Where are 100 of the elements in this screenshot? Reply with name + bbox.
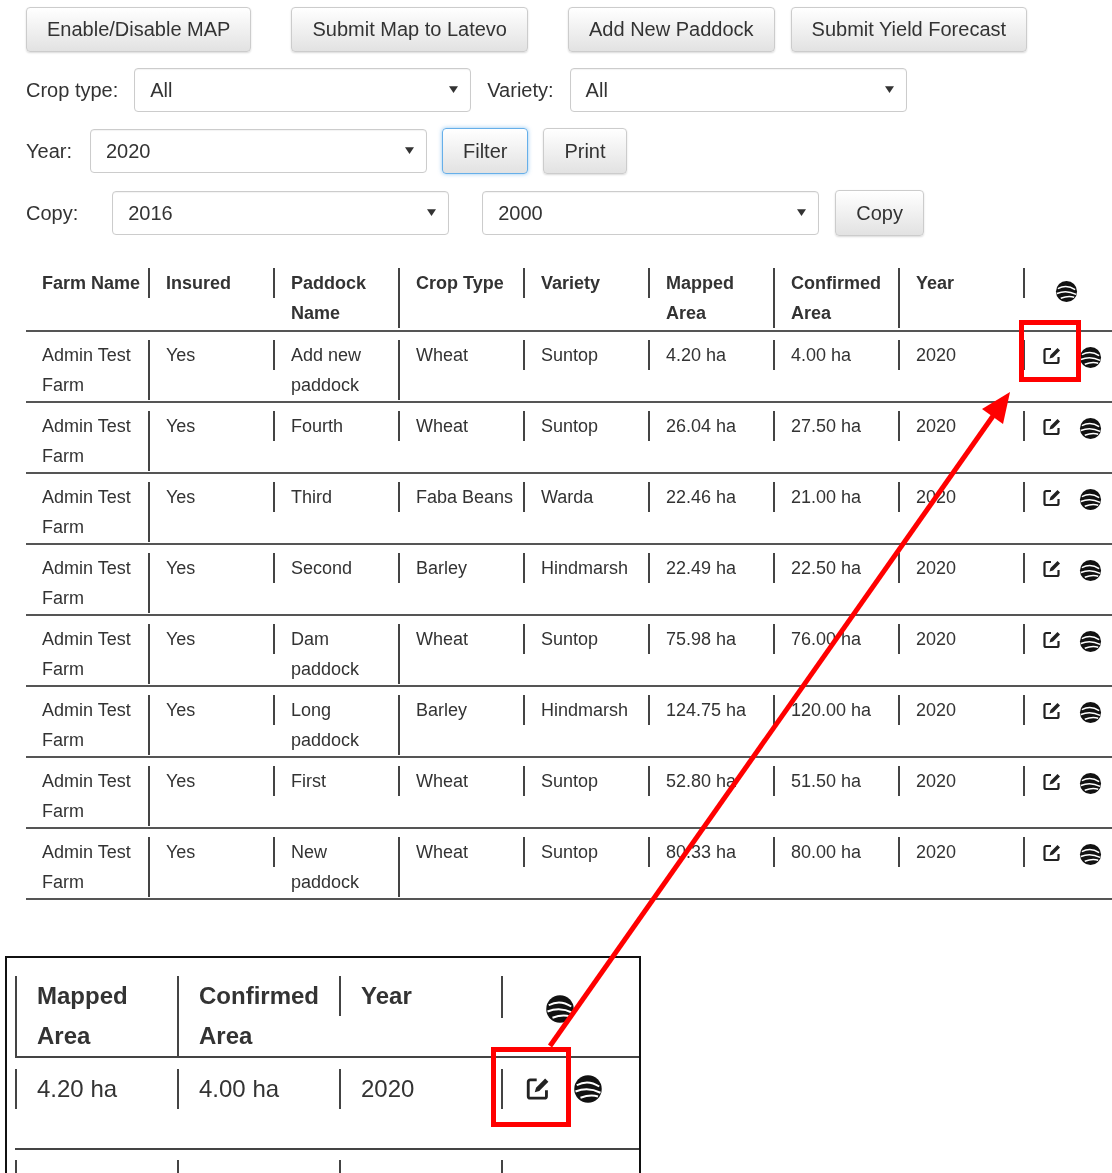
column-header: Farm Name (26, 268, 150, 298)
print-button[interactable]: Print (543, 128, 627, 174)
year-select[interactable]: 2020 (89, 129, 427, 173)
table-cell: Barley (400, 553, 525, 583)
crop-type-select[interactable]: All (134, 68, 472, 112)
table-cell: Admin Test Farm (26, 837, 150, 897)
table-cell: Suntop (525, 837, 650, 867)
table-cell: Dam paddock (275, 624, 400, 684)
edit-icon[interactable] (1042, 488, 1062, 508)
table-cell: Yes (150, 553, 275, 583)
table-cell: Wheat (400, 411, 525, 441)
table-cell: Suntop (525, 340, 650, 370)
crop-type-label: Crop type: (26, 78, 119, 102)
table-cell: Yes (150, 411, 275, 441)
table-cell: Add new paddock (275, 340, 400, 400)
table-cell: 22.46 ha (650, 482, 775, 512)
table-cell: Admin Test Farm (26, 766, 150, 826)
column-header: Mapped Area (650, 268, 775, 328)
column-header: Confirmed Area (775, 268, 900, 328)
toolbar-button[interactable]: Submit Map to Latevo (291, 7, 528, 52)
globe-icon[interactable] (1079, 630, 1102, 653)
table-cell: Admin Test Farm (26, 624, 150, 684)
table-cell: Admin Test Farm (26, 340, 150, 400)
table-cell: New paddock (275, 837, 400, 897)
column-header: Variety (525, 268, 650, 298)
table-cell: Admin Test Farm (26, 553, 150, 613)
table-cell: 2020 (900, 340, 1025, 370)
globe-icon[interactable] (1079, 843, 1102, 866)
table-cell: Long paddock (275, 695, 400, 755)
edit-icon[interactable] (1042, 701, 1062, 721)
table-cell: 75.98 ha (650, 624, 775, 654)
table-cell: Wheat (400, 340, 525, 370)
table-cell: Faba Beans (400, 482, 525, 512)
edit-icon (525, 1076, 551, 1102)
table-cell: Second (275, 553, 400, 583)
globe-icon (1055, 280, 1078, 303)
table-cell: 2020 (900, 624, 1025, 654)
copy-button[interactable]: Copy (835, 190, 924, 236)
edit-icon[interactable] (1042, 772, 1062, 792)
globe-icon[interactable] (1079, 701, 1102, 724)
table-cell: 51.50 ha (775, 766, 900, 796)
caret-icon (884, 86, 894, 93)
table-cell: Hindmarsh (525, 553, 650, 583)
table-cell: First (275, 766, 400, 796)
edit-icon[interactable] (1042, 417, 1062, 437)
variety-select[interactable]: All (569, 68, 907, 112)
column-header: Insured (150, 268, 275, 298)
table-cell: Yes (150, 837, 275, 867)
table-cell: 80.00 ha (775, 837, 900, 867)
caret-icon (427, 209, 437, 216)
table-cell: 22.50 ha (775, 553, 900, 583)
globe-icon[interactable] (1079, 772, 1102, 795)
toolbar-button[interactable]: Submit Yield Forecast (790, 7, 1028, 52)
copy-from-select[interactable]: 2016 (112, 191, 450, 235)
table-cell: Fourth (275, 411, 400, 441)
table-cell: 2020 (900, 837, 1025, 867)
table-cell: Suntop (525, 624, 650, 654)
table-cell: 27.50 ha (775, 411, 900, 441)
edit-icon[interactable] (1042, 843, 1062, 863)
table-cell: 4.20 ha (650, 340, 775, 370)
toolbar-button[interactable]: Add New Paddock (568, 7, 775, 52)
globe-icon[interactable] (1079, 417, 1102, 440)
caret-icon (404, 147, 414, 154)
table-cell: Yes (150, 766, 275, 796)
caret-icon (797, 209, 807, 216)
globe-icon (545, 994, 575, 1024)
table-cell: 2020 (900, 766, 1025, 796)
toolbar-button[interactable]: Enable/Disable MAP (26, 7, 252, 52)
table-cell: Yes (150, 695, 275, 725)
column-header: Crop Type (400, 268, 525, 298)
table-cell: 120.00 ha (775, 695, 900, 725)
table-cell: Yes (150, 624, 275, 654)
table-cell: 2020 (900, 695, 1025, 725)
filter-button[interactable]: Filter (441, 128, 529, 174)
edit-icon[interactable] (1042, 630, 1062, 650)
globe-icon (573, 1074, 603, 1104)
column-header: Confirmed Area (177, 976, 339, 1056)
globe-icon[interactable] (1079, 559, 1102, 582)
column-header: Mapped Area (15, 976, 177, 1056)
table-cell: Wheat (400, 766, 525, 796)
table-cell: Wheat (400, 837, 525, 867)
column-header: Year (900, 268, 1025, 298)
copy-to-select[interactable]: 2000 (482, 191, 820, 235)
table-cell: Barley (400, 695, 525, 725)
column-header: Paddock Name (275, 268, 400, 328)
edit-icon[interactable] (1042, 346, 1062, 366)
globe-icon[interactable] (1079, 488, 1102, 511)
table-cell: Yes (150, 340, 275, 370)
copy-label: Copy: (26, 201, 79, 225)
table-cell: Admin Test Farm (26, 482, 150, 542)
variety-label: Variety: (487, 78, 554, 102)
column-header: Year (339, 976, 501, 1016)
globe-icon[interactable] (1079, 346, 1102, 369)
table-cell: 4.20 ha (15, 1069, 177, 1109)
table-cell: 2020 (900, 553, 1025, 583)
edit-icon[interactable] (1042, 559, 1062, 579)
table-cell: 124.75 ha (650, 695, 775, 725)
table-cell: Admin Test Farm (26, 411, 150, 471)
table-cell: 4.00 ha (177, 1069, 339, 1109)
table-cell: Third (275, 482, 400, 512)
